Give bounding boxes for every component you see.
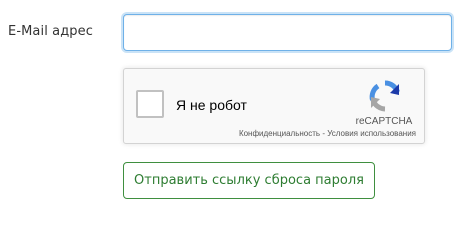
recaptcha-widget: Я не робот reCAPTCHA Конфиденциальность … [123, 68, 425, 144]
recaptcha-logo-icon [369, 80, 400, 112]
password-reset-form: E-Mail адрес Я не робот reCAPTCHA Конфид… [0, 0, 465, 215]
recaptcha-links: Конфиденциальность - Условия использован… [239, 129, 416, 138]
recaptcha-terms-link[interactable]: Условия использования [327, 129, 416, 138]
send-reset-link-button[interactable]: Отправить ссылку сброса пароля [123, 162, 375, 199]
recaptcha-privacy-link[interactable]: Конфиденциальность [239, 129, 320, 138]
recaptcha-checkbox[interactable] [136, 90, 164, 118]
email-input[interactable] [123, 14, 452, 51]
email-label: E-Mail адрес [8, 24, 93, 39]
recaptcha-checkbox-label: Я не робот [176, 97, 247, 113]
recaptcha-brand: reCAPTCHA [355, 116, 413, 127]
